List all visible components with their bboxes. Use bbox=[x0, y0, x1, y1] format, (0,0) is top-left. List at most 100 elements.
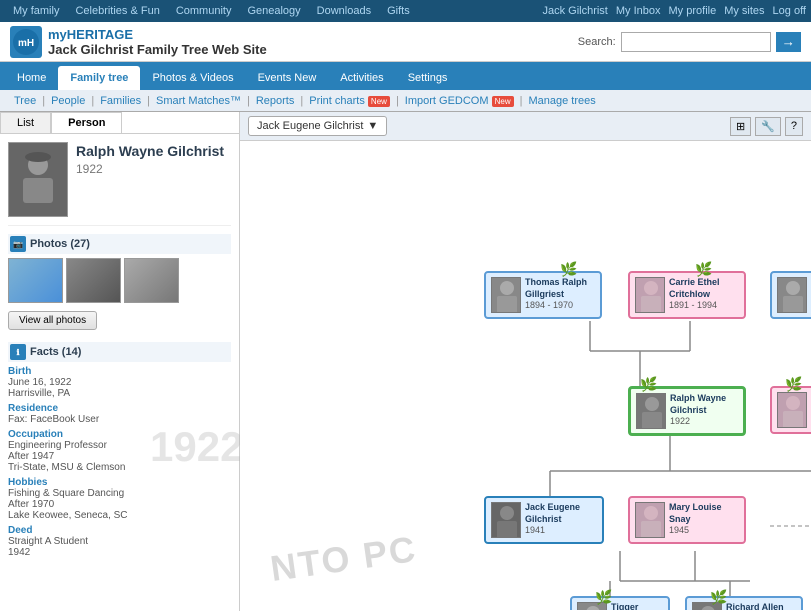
logo-text: myHERITAGE Jack Gilchrist Family Tree We… bbox=[48, 27, 267, 57]
watermark: NTO PC bbox=[268, 528, 420, 590]
search-button[interactable]: → bbox=[776, 32, 801, 52]
tree-person-label: Jack Eugene Gilchrist bbox=[257, 120, 363, 132]
tree-settings-button[interactable]: 🔧 bbox=[755, 117, 781, 136]
left-panel-tabs: List Person bbox=[0, 112, 239, 134]
person-info: Ralph Wayne Gilchrist 1922 📷 Photos (27)… bbox=[0, 134, 239, 570]
fact-residence: Residence Fax: FaceBook User bbox=[8, 403, 231, 425]
camera-icon: 📷 bbox=[10, 236, 26, 252]
top-nav-item-community[interactable]: Community bbox=[168, 5, 240, 17]
card-jack[interactable]: Jack EugeneGilchrist 1941 bbox=[484, 496, 604, 544]
fact-hobbies: Hobbies Fishing & Square DancingAfter 19… bbox=[8, 477, 231, 521]
logo-bar: mH myHERITAGE Jack Gilchrist Family Tree… bbox=[0, 22, 811, 62]
card-tigger[interactable]: TiggerGilchrist bbox=[570, 596, 670, 610]
card-photo-carrie bbox=[635, 277, 665, 313]
card-photo-virginia bbox=[777, 392, 807, 428]
svg-text:mH: mH bbox=[18, 38, 34, 49]
top-nav-logoff[interactable]: Log off bbox=[773, 5, 806, 17]
card-richard[interactable]: Richard AllenLoweke 1963 bbox=[685, 596, 803, 610]
logo-area: mH myHERITAGE Jack Gilchrist Family Tree… bbox=[10, 26, 267, 58]
top-nav-item-gifts[interactable]: Gifts bbox=[379, 5, 418, 17]
leaf-icon-thomas: 🌿 bbox=[560, 261, 577, 278]
card-info-ralph: Ralph WayneGilchrist 1922 bbox=[670, 393, 726, 428]
subnav-tree[interactable]: Tree bbox=[8, 95, 42, 107]
search-label: Search: bbox=[578, 36, 616, 48]
left-panel: List Person bbox=[0, 112, 240, 611]
tree-arrow-icon: ▼ bbox=[367, 120, 378, 132]
card-info-richard: Richard AllenLoweke 1963 bbox=[726, 602, 784, 610]
card-name-richard: Richard AllenLoweke bbox=[726, 602, 784, 610]
photo-thumb-2[interactable] bbox=[66, 258, 121, 303]
card-name-jack: Jack EugeneGilchrist bbox=[525, 502, 580, 525]
tree-toolbar: ⊞ 🔧 ? bbox=[730, 117, 803, 136]
card-photo-ralph bbox=[636, 393, 666, 429]
fact-occupation-value: Engineering ProfessorAfter 1947Tri-State… bbox=[8, 440, 231, 473]
card-thomas[interactable]: Thomas RalphGillgriest 1894 - 1970 bbox=[484, 271, 602, 319]
top-nav-item-celebrities[interactable]: Celebrities & Fun bbox=[67, 5, 167, 17]
top-nav-mysites[interactable]: My sites bbox=[724, 5, 764, 17]
top-nav-item-myfamily[interactable]: My family bbox=[5, 5, 67, 17]
card-ralph[interactable]: Ralph WayneGilchrist 1922 bbox=[628, 386, 746, 436]
card-years-jack: 1941 bbox=[525, 525, 580, 537]
tab-activities[interactable]: Activities bbox=[328, 66, 395, 90]
leaf-icon-carrie: 🌿 bbox=[695, 261, 712, 278]
tab-list[interactable]: List bbox=[0, 112, 51, 133]
person-main-photo bbox=[8, 142, 68, 217]
fact-deed-label[interactable]: Deed bbox=[8, 525, 231, 536]
photo-thumb-3[interactable] bbox=[124, 258, 179, 303]
tab-settings[interactable]: Settings bbox=[396, 66, 460, 90]
photos-count: Photos (27) bbox=[30, 238, 90, 250]
card-years-carrie: 1891 - 1994 bbox=[669, 300, 720, 312]
fact-occupation-label[interactable]: Occupation bbox=[8, 429, 231, 440]
card-photo-thomas bbox=[491, 277, 521, 313]
card-mary[interactable]: Mary LouiseSnay 1945 bbox=[628, 496, 746, 544]
card-info-carrie: Carrie EthelCritchlow 1891 - 1994 bbox=[669, 277, 720, 312]
top-nav-item-genealogy[interactable]: Genealogy bbox=[239, 5, 308, 17]
card-name-carrie: Carrie EthelCritchlow bbox=[669, 277, 720, 300]
search-area: Search: → bbox=[578, 32, 801, 52]
search-input[interactable] bbox=[621, 32, 771, 52]
subnav-smart-matches[interactable]: Smart Matches™ bbox=[150, 95, 247, 107]
subnav-people[interactable]: People bbox=[45, 95, 91, 107]
subnav-print-charts[interactable]: Print charts New bbox=[303, 95, 396, 107]
card-name-mary: Mary LouiseSnay bbox=[669, 502, 722, 525]
card-carrie[interactable]: Carrie EthelCritchlow 1891 - 1994 bbox=[628, 271, 746, 319]
card-virginia[interactable]: Virginia JeanBrock 1924 - 1998 bbox=[770, 386, 811, 434]
card-name-tigger: TiggerGilchrist bbox=[611, 602, 648, 610]
card-name-thomas: Thomas RalphGillgriest bbox=[525, 277, 587, 300]
top-nav-inbox[interactable]: My Inbox bbox=[616, 5, 661, 17]
card-name-ralph: Ralph WayneGilchrist bbox=[670, 393, 726, 416]
photos-strip bbox=[8, 258, 231, 303]
top-nav-profile[interactable]: My profile bbox=[669, 5, 717, 17]
content-area: List Person bbox=[0, 112, 811, 611]
subnav-import-gedcom[interactable]: Import GEDCOM New bbox=[399, 95, 520, 107]
fact-residence-label[interactable]: Residence bbox=[8, 403, 231, 414]
card-photo-mary bbox=[635, 502, 665, 538]
tree-grid-button[interactable]: ⊞ bbox=[730, 117, 751, 136]
facts-section-header: ℹ Facts (14) bbox=[8, 342, 231, 362]
card-years-thomas: 1894 - 1970 bbox=[525, 300, 587, 312]
card-joseph[interactable]: Joseph OmarBrock 1902 - 1989 bbox=[770, 271, 811, 319]
tab-photos-videos[interactable]: Photos & Videos bbox=[140, 66, 245, 90]
subnav-manage-trees[interactable]: Manage trees bbox=[522, 95, 601, 107]
top-nav-username[interactable]: Jack Gilchrist bbox=[542, 5, 607, 17]
tree-current-person[interactable]: Jack Eugene Gilchrist ▼ bbox=[248, 116, 387, 136]
fact-birth-label[interactable]: Birth bbox=[8, 366, 231, 377]
tab-events[interactable]: Events New bbox=[246, 66, 329, 90]
tab-person[interactable]: Person bbox=[51, 112, 122, 133]
leaf-icon-ralph: 🌿 bbox=[640, 376, 657, 393]
main-navigation: Home Family tree Photos & Videos Events … bbox=[0, 62, 811, 90]
fact-deed: Deed Straight A Student1942 bbox=[8, 525, 231, 558]
photo-thumb-1[interactable] bbox=[8, 258, 63, 303]
tab-home[interactable]: Home bbox=[5, 66, 58, 90]
tab-family-tree[interactable]: Family tree bbox=[58, 66, 140, 90]
view-all-photos-button[interactable]: View all photos bbox=[8, 311, 97, 330]
fact-deed-value: Straight A Student1942 bbox=[8, 536, 231, 558]
fact-hobbies-label[interactable]: Hobbies bbox=[8, 477, 231, 488]
subnav-reports[interactable]: Reports bbox=[250, 95, 301, 107]
tree-help-button[interactable]: ? bbox=[785, 117, 803, 136]
top-nav-item-downloads[interactable]: Downloads bbox=[309, 5, 379, 17]
card-photo-jack bbox=[491, 502, 521, 538]
subnav-families[interactable]: Families bbox=[94, 95, 147, 107]
card-info-jack: Jack EugeneGilchrist 1941 bbox=[525, 502, 580, 537]
fact-birth-value: June 16, 1922Harrisville, PA bbox=[8, 377, 231, 399]
